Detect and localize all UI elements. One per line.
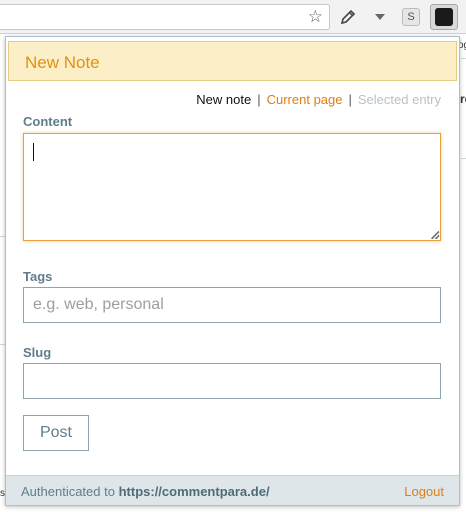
mode-selected-entry: Selected entry: [357, 92, 441, 107]
star-icon[interactable]: ☆: [308, 8, 323, 26]
auth-url: https://commentpara.de/: [118, 484, 270, 499]
mode-current-page[interactable]: Current page: [267, 92, 343, 107]
new-note-popup: New Note New note | Current page | Selected …: [5, 36, 460, 506]
content-label: Content: [23, 114, 73, 129]
logout-link[interactable]: Logout: [404, 484, 444, 499]
text-caret: [33, 143, 34, 161]
mode-separator: |: [257, 92, 261, 107]
mode-separator: |: [348, 92, 352, 107]
auth-status: Authenticated to https://commentpara.de/: [21, 484, 270, 499]
browser-toolbar: ☆ S: [0, 0, 466, 34]
background-text: re: [460, 92, 466, 106]
pencil-icon[interactable]: [336, 6, 360, 28]
url-bar[interactable]: ☆: [0, 4, 330, 30]
popup-title: New Note: [25, 53, 100, 72]
popup-footer: Authenticated to https://commentpara.de/…: [6, 475, 459, 505]
popup-header: New Note: [8, 41, 457, 81]
tags-input[interactable]: [23, 287, 441, 323]
tags-label: Tags: [23, 269, 53, 284]
post-button[interactable]: Post: [23, 415, 89, 451]
chevron-down-icon[interactable]: [372, 6, 388, 28]
mode-new-note[interactable]: New note: [196, 92, 251, 107]
commentpara-extension-icon[interactable]: [430, 4, 458, 30]
background-divider: [461, 58, 466, 59]
slug-label: Slug: [23, 345, 52, 360]
content-textarea[interactable]: [23, 133, 441, 241]
note-mode-switcher: New note | Current page | Selected entry: [196, 92, 441, 107]
s-extension-icon[interactable]: S: [400, 6, 422, 28]
slug-input[interactable]: [23, 363, 441, 399]
resize-handle[interactable]: [431, 231, 439, 239]
background-divider: [461, 158, 466, 159]
auth-prefix: Authenticated to: [21, 484, 115, 499]
